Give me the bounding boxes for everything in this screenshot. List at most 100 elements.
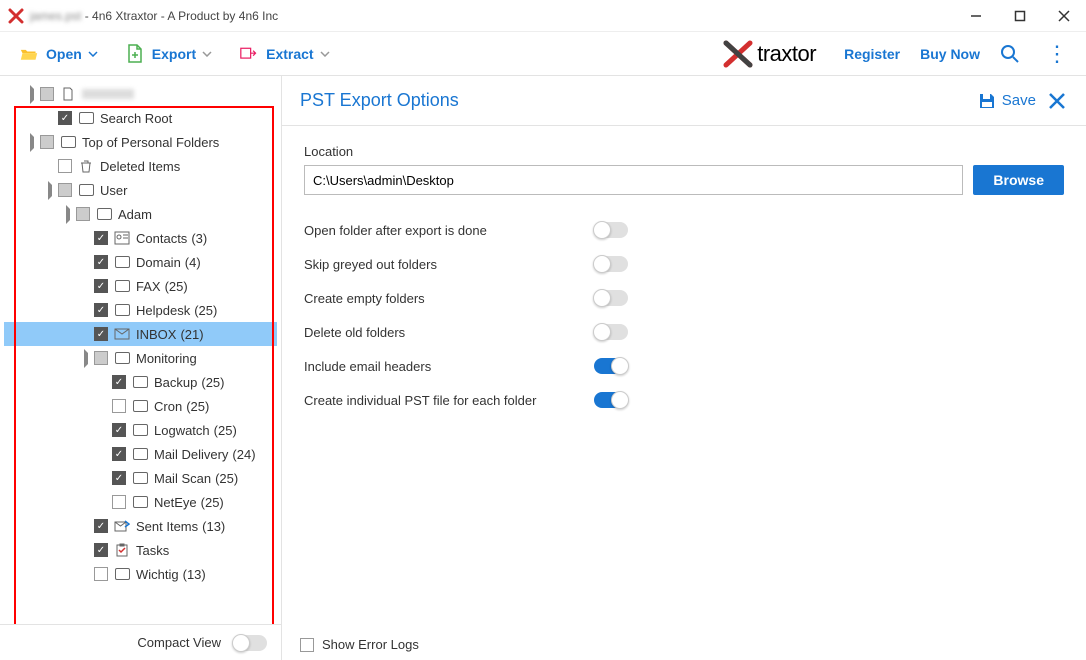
tree-checkbox[interactable] bbox=[94, 303, 108, 317]
tree-row[interactable]: User bbox=[4, 178, 277, 202]
tree-row[interactable]: FAX (25) bbox=[4, 274, 277, 298]
tree-checkbox[interactable] bbox=[112, 495, 126, 509]
tree-node-label: Sent Items bbox=[136, 519, 198, 534]
tree-row[interactable]: NetEye (25) bbox=[4, 490, 277, 514]
tree-checkbox[interactable] bbox=[58, 183, 72, 197]
tree-node-label: Tasks bbox=[136, 543, 169, 558]
tree-row[interactable]: Mail Delivery (24) bbox=[4, 442, 277, 466]
save-button[interactable]: Save bbox=[978, 92, 1036, 110]
tree-row[interactable]: Backup (25) bbox=[4, 370, 277, 394]
tree-row[interactable]: Contacts (3) bbox=[4, 226, 277, 250]
export-option-row: Include email headers bbox=[304, 349, 1064, 383]
expander-icon[interactable] bbox=[80, 353, 92, 364]
tree-node-label: Top of Personal Folders bbox=[82, 135, 219, 150]
tree-row[interactable]: Helpdesk (25) bbox=[4, 298, 277, 322]
contacts-icon bbox=[114, 231, 130, 245]
show-error-logs-checkbox[interactable] bbox=[300, 638, 314, 652]
tree-node-label: Logwatch bbox=[154, 423, 210, 438]
tree-checkbox[interactable] bbox=[112, 375, 126, 389]
expander-icon[interactable] bbox=[26, 89, 38, 100]
tree-checkbox[interactable] bbox=[112, 447, 126, 461]
tree-row[interactable]: Tasks bbox=[4, 538, 277, 562]
app-logo-icon bbox=[8, 8, 24, 24]
tree-node-count: (25) bbox=[214, 423, 237, 438]
file-icon bbox=[60, 87, 76, 101]
tree-checkbox[interactable] bbox=[76, 207, 90, 221]
brand-logo: traxtor bbox=[723, 40, 816, 68]
export-menu-button[interactable]: Export bbox=[118, 41, 220, 67]
expander-icon[interactable] bbox=[26, 137, 38, 148]
show-error-logs-row[interactable]: Show Error Logs bbox=[300, 637, 419, 652]
tree-row[interactable]: Deleted Items bbox=[4, 154, 277, 178]
tree-row[interactable]: Cron (25) bbox=[4, 394, 277, 418]
compact-view-label: Compact View bbox=[137, 635, 221, 650]
window-minimize-button[interactable] bbox=[954, 0, 998, 31]
tree-checkbox[interactable] bbox=[112, 471, 126, 485]
tree-row[interactable]: Logwatch (25) bbox=[4, 418, 277, 442]
open-menu-button[interactable]: Open bbox=[12, 41, 106, 67]
tree-row[interactable]: Mail Scan (25) bbox=[4, 466, 277, 490]
tree-checkbox[interactable] bbox=[94, 567, 108, 581]
register-link[interactable]: Register bbox=[844, 46, 900, 62]
window-maximize-button[interactable] bbox=[998, 0, 1042, 31]
export-option-row: Create individual PST file for each fold… bbox=[304, 383, 1064, 417]
tree-row[interactable]: Monitoring bbox=[4, 346, 277, 370]
tree-checkbox[interactable] bbox=[94, 351, 108, 365]
folder-icon bbox=[132, 447, 148, 461]
tree-row[interactable]: Domain (4) bbox=[4, 250, 277, 274]
buy-now-link[interactable]: Buy Now bbox=[920, 46, 980, 62]
expander-icon[interactable] bbox=[44, 185, 56, 196]
search-icon[interactable] bbox=[1000, 44, 1020, 64]
more-menu-icon[interactable]: ⋮ bbox=[1040, 41, 1074, 67]
sent-icon bbox=[114, 519, 130, 533]
tree-checkbox[interactable] bbox=[94, 279, 108, 293]
tree-checkbox[interactable] bbox=[112, 423, 126, 437]
chevron-down-icon bbox=[202, 51, 212, 57]
tree-node-count: (25) bbox=[194, 303, 217, 318]
tree-node-label: INBOX bbox=[136, 327, 176, 342]
folder-tree[interactable]: Search Root Top of Personal Folders Delete… bbox=[0, 76, 281, 592]
folder-icon bbox=[132, 495, 148, 509]
tree-checkbox[interactable] bbox=[94, 327, 108, 341]
tree-checkbox[interactable] bbox=[58, 159, 72, 173]
tree-checkbox[interactable] bbox=[112, 399, 126, 413]
tree-row[interactable] bbox=[4, 82, 277, 106]
export-option-toggle[interactable] bbox=[594, 324, 628, 340]
browse-button[interactable]: Browse bbox=[973, 165, 1064, 195]
folder-icon bbox=[96, 207, 112, 221]
sidebar-bottom-bar: Compact View bbox=[0, 624, 281, 660]
location-input[interactable] bbox=[304, 165, 963, 195]
tree-row[interactable]: Top of Personal Folders bbox=[4, 130, 277, 154]
tree-row[interactable]: Search Root bbox=[4, 106, 277, 130]
tree-row[interactable]: INBOX (21) bbox=[4, 322, 277, 346]
extract-menu-button[interactable]: Extract bbox=[232, 41, 337, 67]
expander-icon[interactable] bbox=[62, 209, 74, 220]
export-option-toggle[interactable] bbox=[594, 256, 628, 272]
export-option-toggle[interactable] bbox=[594, 392, 628, 408]
export-option-toggle[interactable] bbox=[594, 358, 628, 374]
window-close-button[interactable] bbox=[1042, 0, 1086, 31]
export-option-toggle[interactable] bbox=[594, 222, 628, 238]
trash-icon bbox=[78, 159, 94, 173]
tree-row[interactable]: Adam bbox=[4, 202, 277, 226]
close-panel-button[interactable] bbox=[1046, 92, 1068, 110]
tree-checkbox[interactable] bbox=[94, 255, 108, 269]
tree-node-count: (24) bbox=[232, 447, 255, 462]
extract-icon bbox=[240, 45, 258, 63]
location-label: Location bbox=[304, 144, 1064, 159]
export-option-toggle[interactable] bbox=[594, 290, 628, 306]
tree-node-label: Helpdesk bbox=[136, 303, 190, 318]
tree-checkbox[interactable] bbox=[58, 111, 72, 125]
tree-checkbox[interactable] bbox=[94, 231, 108, 245]
tree-row[interactable]: Sent Items (13) bbox=[4, 514, 277, 538]
tree-checkbox[interactable] bbox=[40, 87, 54, 101]
tree-checkbox[interactable] bbox=[94, 543, 108, 557]
folder-icon bbox=[114, 255, 130, 269]
compact-view-toggle[interactable] bbox=[233, 635, 267, 651]
tree-node-label: NetEye bbox=[154, 495, 197, 510]
show-error-logs-label: Show Error Logs bbox=[322, 637, 419, 652]
tree-checkbox[interactable] bbox=[94, 519, 108, 533]
tree-checkbox[interactable] bbox=[40, 135, 54, 149]
tree-node-label: FAX bbox=[136, 279, 161, 294]
tree-row[interactable]: Wichtig (13) bbox=[4, 562, 277, 586]
